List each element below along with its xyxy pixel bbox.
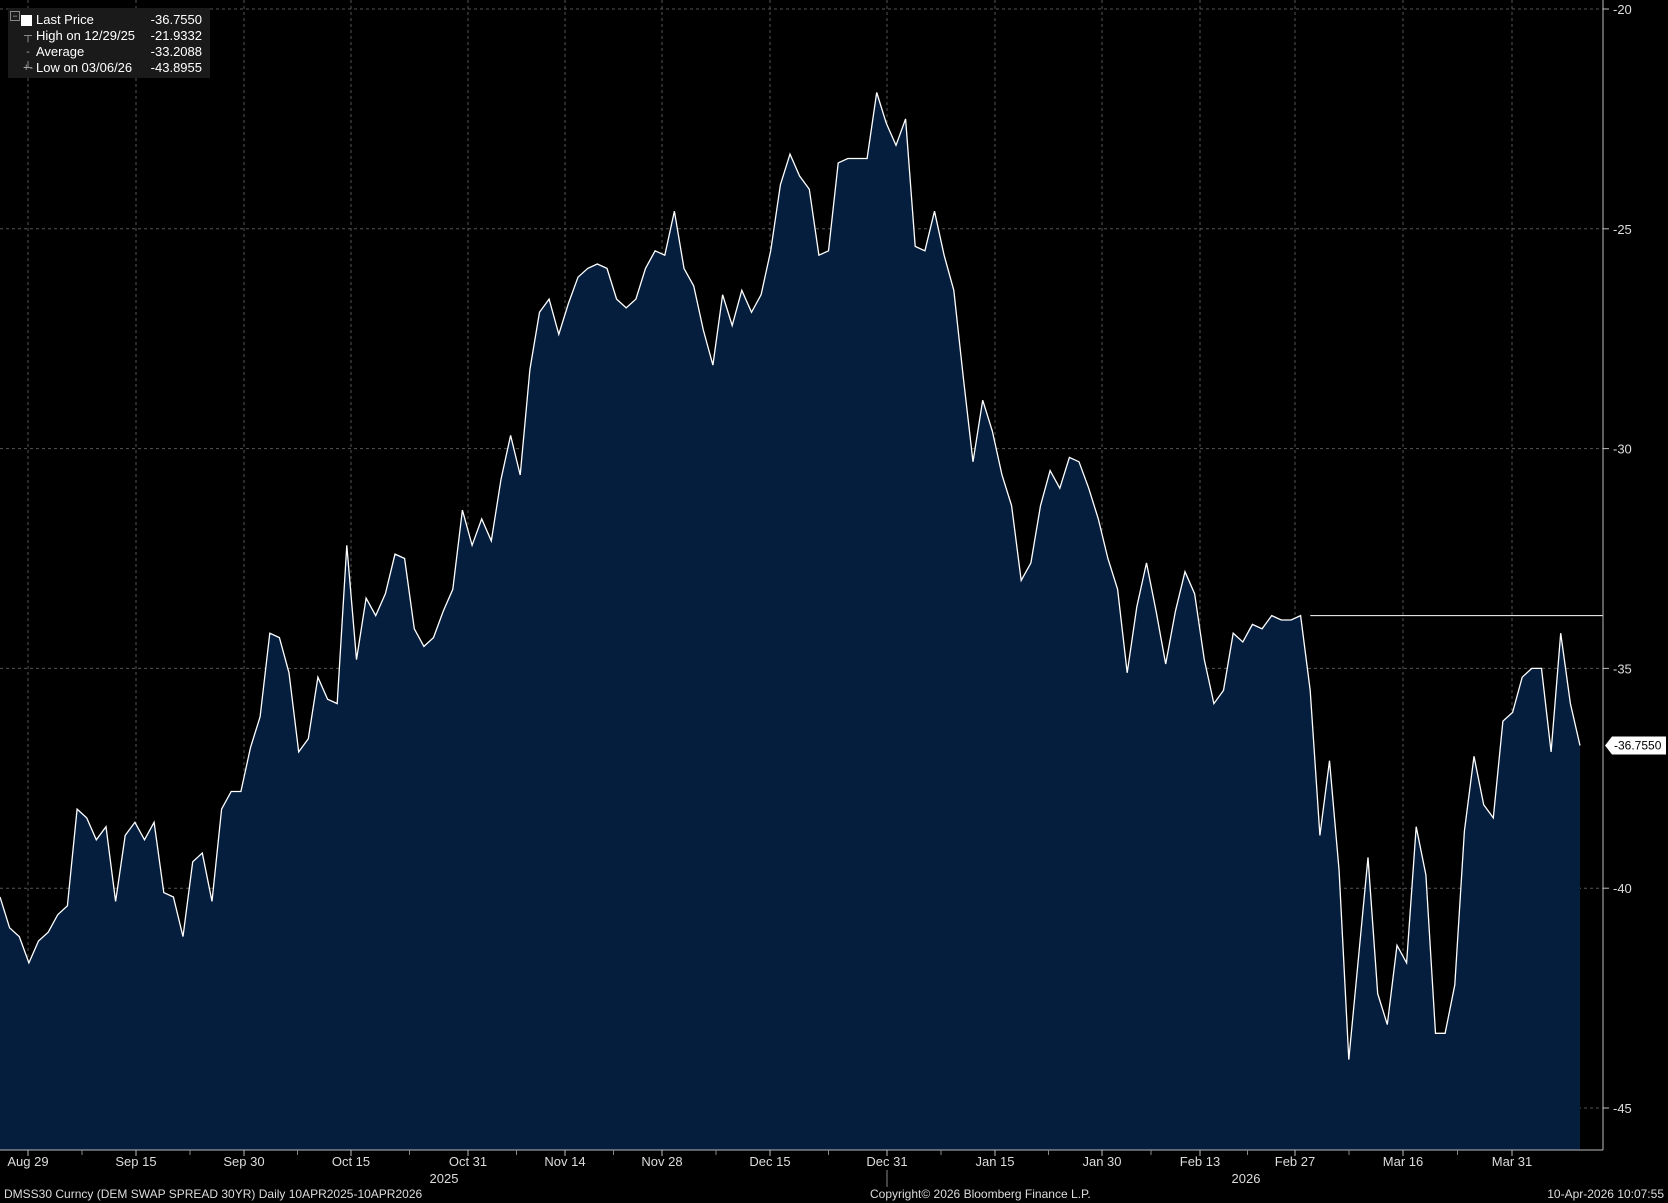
x-tick-label: Nov 14 bbox=[544, 1154, 585, 1169]
legend-row-last-price: Last Price -36.7550 bbox=[8, 12, 210, 28]
year-label: 2025 bbox=[430, 1171, 459, 1186]
price-chart: -20 -25 -30 -35 -40 -45 Aug 29 Sep 15 Sep 30 Oct… bbox=[0, 0, 1668, 1203]
x-tick-label: Feb 27 bbox=[1275, 1154, 1315, 1169]
legend-high-label: High on 12/29/25 bbox=[36, 28, 136, 43]
x-tick-label: Dec 15 bbox=[749, 1154, 790, 1169]
footer-copyright: Copyright© 2026 Bloomberg Finance L.P. bbox=[870, 1187, 1091, 1201]
legend-last-label: Last Price bbox=[36, 12, 94, 27]
footer-timestamp: 10-Apr-2026 10:07:55 bbox=[1547, 1187, 1664, 1201]
legend-row-low: ┴ Low on 03/06/26 -43.8955 bbox=[8, 60, 210, 76]
high-marker-icon: ┬ bbox=[24, 30, 32, 42]
y-tick-label: -30 bbox=[1613, 442, 1632, 457]
y-tick-label: -35 bbox=[1613, 661, 1632, 676]
y-tick-label: -25 bbox=[1613, 222, 1632, 237]
x-tick-label: Mar 16 bbox=[1383, 1154, 1423, 1169]
x-tick-label: Oct 31 bbox=[449, 1154, 487, 1169]
y-tick-label: -40 bbox=[1613, 881, 1632, 896]
x-tick-label: Nov 28 bbox=[641, 1154, 682, 1169]
low-marker-icon: ┴ bbox=[24, 62, 32, 74]
legend-high-value: -21.9332 bbox=[150, 28, 202, 43]
footer-ticker: DMSS30 Curncy (DEM SWAP SPREAD 30YR) Dai… bbox=[4, 1187, 423, 1201]
legend-low-label: Low on 03/06/26 bbox=[36, 60, 133, 75]
x-tick-label: Mar 31 bbox=[1492, 1154, 1532, 1169]
x-tick-label: Aug 29 bbox=[7, 1154, 48, 1169]
y-tick-label: -20 bbox=[1613, 2, 1632, 17]
x-tick-label: Oct 15 bbox=[332, 1154, 370, 1169]
y-tick-label: -45 bbox=[1613, 1101, 1632, 1116]
legend-average-label: Average bbox=[36, 44, 85, 59]
legend: − Last Price -36.7550 ┬ High on 12/29/25… bbox=[8, 8, 210, 78]
legend-row-average: -+- Average -33.2088 bbox=[8, 44, 210, 74]
year-label: 2026 bbox=[1232, 1171, 1261, 1186]
x-tick-label: Sep 15 bbox=[115, 1154, 156, 1169]
average-marker-icon: -+- bbox=[22, 46, 34, 74]
legend-average-value: -33.2088 bbox=[150, 44, 202, 59]
legend-last-value: -36.7550 bbox=[150, 12, 202, 27]
x-tick-label: Dec 31 bbox=[866, 1154, 907, 1169]
last-price-tag-text: -36.7550 bbox=[1614, 739, 1662, 753]
legend-row-high: ┬ High on 12/29/25 -21.9332 bbox=[8, 28, 210, 44]
x-tick-label: Jan 30 bbox=[1082, 1154, 1121, 1169]
x-tick-label: Jan 15 bbox=[975, 1154, 1014, 1169]
last-price-tag: -36.7550 bbox=[1605, 736, 1666, 755]
x-tick-label: Feb 13 bbox=[1180, 1154, 1220, 1169]
x-tick-label: Sep 30 bbox=[223, 1154, 264, 1169]
legend-low-value: -43.8955 bbox=[150, 60, 202, 75]
white-square-icon bbox=[21, 15, 32, 26]
